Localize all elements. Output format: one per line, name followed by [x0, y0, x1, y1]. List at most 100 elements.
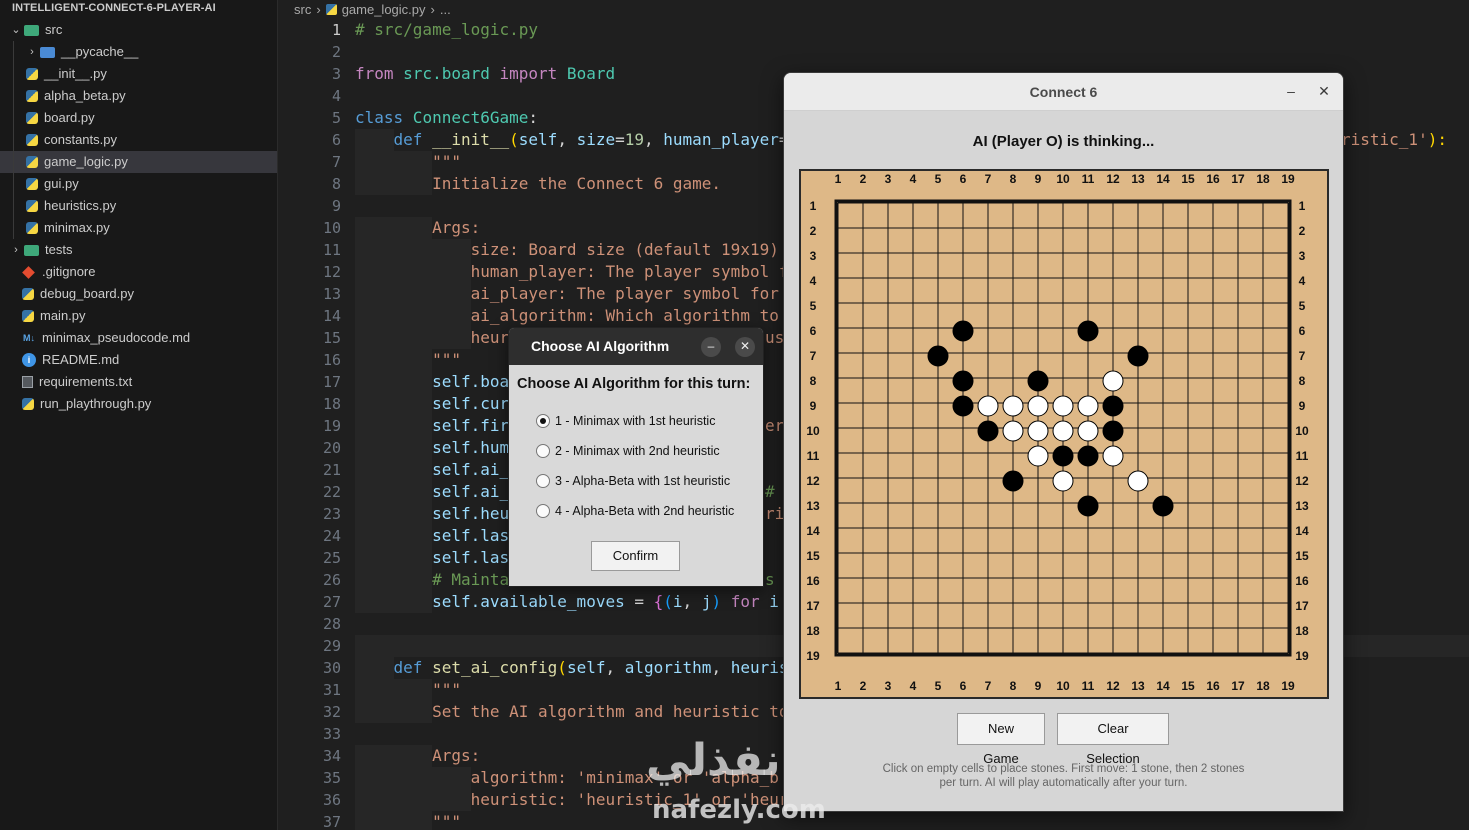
board-coordinate-label: 7: [1299, 349, 1306, 363]
text-file-icon: [22, 376, 33, 388]
line-number: 24: [322, 527, 341, 545]
chevron-icon[interactable]: ⌄: [8, 19, 24, 41]
tree-item[interactable]: main.py: [0, 305, 277, 327]
board-coordinate-label: 17: [1231, 172, 1245, 186]
code-token: algorithm: [624, 658, 712, 677]
tree-item[interactable]: heuristics.py: [0, 195, 277, 217]
chevron-icon[interactable]: ›: [8, 239, 24, 261]
algorithm-option-3[interactable]: 3 - Alpha-Beta with 1st heuristic: [536, 471, 730, 491]
code-token: self: [432, 548, 471, 567]
tree-item[interactable]: minimax.py: [0, 217, 277, 239]
tree-item[interactable]: run_playthrough.py: [0, 393, 277, 415]
board-coordinate-label: 18: [1256, 172, 1270, 186]
breadcrumb-symbol[interactable]: ...: [440, 1, 451, 19]
code-token: .hum: [470, 438, 510, 457]
board-coordinate-label: 17: [1231, 679, 1245, 693]
algorithm-option-1[interactable]: 1 - Minimax with 1st heuristic: [536, 411, 715, 431]
radio-button[interactable]: [536, 504, 550, 518]
tree-item[interactable]: › __pycache__: [0, 41, 277, 63]
code-token: .ai_: [470, 460, 510, 479]
radio-button[interactable]: [536, 414, 550, 428]
close-icon[interactable]: ✕: [1314, 82, 1334, 102]
white-stone: [977, 395, 999, 417]
code-fragment: #: [765, 482, 785, 501]
code-overflow-text: ristic_1'):: [1341, 129, 1447, 151]
tree-item[interactable]: ⌄ src: [0, 19, 277, 41]
confirm-button[interactable]: Confirm: [591, 541, 680, 571]
markdown-icon: M↓: [23, 333, 35, 343]
algorithm-option-4[interactable]: 4 - Alpha-Beta with 2nd heuristic: [536, 501, 734, 521]
code-line[interactable]: """: [355, 811, 1469, 830]
tree-item[interactable]: requirements.txt: [0, 371, 277, 393]
tree-item[interactable]: .gitignore: [0, 261, 277, 283]
python-file-icon: [26, 222, 38, 234]
game-board[interactable]: 1 1 2 2 3 3 4 4 5 5 6 6 7 7 8 8 9 9 10 10 11 11 12 12 13 13 14 14 15…: [799, 169, 1329, 699]
board-coordinate-label: 15: [1181, 679, 1195, 693]
board-canvas[interactable]: 1122334455667788991010111112121313141415…: [801, 171, 1327, 697]
radio-button[interactable]: [536, 474, 550, 488]
tree-item[interactable]: __init__.py: [0, 63, 277, 85]
white-stone: [1052, 420, 1074, 442]
breadcrumb-folder[interactable]: src: [294, 1, 311, 19]
close-icon[interactable]: ✕: [735, 337, 755, 357]
algorithm-option-2[interactable]: 2 - Minimax with 2nd heuristic: [536, 441, 720, 461]
line-number: 12: [322, 263, 341, 281]
board-coordinate-label: 16: [806, 574, 820, 588]
tree-item[interactable]: M↓ minimax_pseudocode.md: [0, 327, 277, 349]
board-coordinate-label: 14: [806, 524, 820, 538]
new-game-button[interactable]: New Game: [957, 713, 1045, 766]
tree-item[interactable]: constants.py: [0, 129, 277, 151]
tree-item[interactable]: › tests: [0, 239, 277, 261]
board-coordinate-label: 14: [1156, 172, 1170, 186]
explorer-project-title[interactable]: INTELLIGENT-CONNECT-6-PLAYER-AI: [0, 0, 277, 19]
board-coordinate-label: 13: [806, 499, 820, 513]
chevron-icon[interactable]: ›: [24, 41, 40, 63]
minimize-icon[interactable]: –: [1281, 82, 1301, 102]
black-stone: [952, 395, 974, 417]
tree-item[interactable]: i README.md: [0, 349, 277, 371]
line-number: 9: [331, 197, 341, 215]
python-file-icon: [325, 4, 337, 15]
tree-item[interactable]: board.py: [0, 107, 277, 129]
board-coordinate-label: 13: [1295, 499, 1309, 513]
black-stone: [1077, 495, 1099, 517]
line-number: 36: [322, 791, 341, 809]
code-line[interactable]: # src/game_logic.py: [355, 19, 1469, 41]
breadcrumb-file[interactable]: game_logic.py: [342, 1, 426, 19]
tree-item-label: .gitignore: [42, 264, 96, 279]
line-number: 19: [322, 417, 341, 435]
code-token: algorithm: 'minimax' or 'alpha_b: [470, 768, 779, 787]
tree-item[interactable]: game_logic.py: [0, 151, 277, 173]
code-token: heuristic: 'heuristic_1' or 'heur: [470, 790, 789, 809]
indent-guide: [13, 217, 14, 239]
code-line[interactable]: [355, 41, 1469, 63]
minimize-icon[interactable]: –: [701, 337, 721, 357]
connect6-titlebar[interactable]: Connect 6 – ✕: [784, 73, 1343, 111]
code-token: i: [672, 592, 683, 611]
clear-selection-button[interactable]: Clear Selection: [1057, 713, 1169, 766]
tree-item[interactable]: alpha_beta.py: [0, 85, 277, 107]
black-stone: [1077, 445, 1099, 467]
board-coordinate-label: 5: [935, 172, 942, 186]
white-stone: [1002, 420, 1024, 442]
code-token: from: [355, 64, 394, 83]
dialog-titlebar[interactable]: Choose AI Algorithm – ✕: [509, 328, 763, 365]
board-coordinate-label: 15: [1181, 172, 1195, 186]
radio-button[interactable]: [536, 444, 550, 458]
line-number: 23: [322, 505, 341, 523]
indent-guide: [13, 129, 14, 151]
line-number: 7: [331, 153, 341, 171]
game-status-label: AI (Player O) is thinking...: [972, 133, 1155, 150]
option-label: 4 - Alpha-Beta with 2nd heuristic: [555, 504, 735, 518]
tree-item[interactable]: gui.py: [0, 173, 277, 195]
code-token: heuris: [730, 658, 789, 677]
board-coordinate-label: 19: [1281, 172, 1295, 186]
tree-item[interactable]: debug_board.py: [0, 283, 277, 305]
